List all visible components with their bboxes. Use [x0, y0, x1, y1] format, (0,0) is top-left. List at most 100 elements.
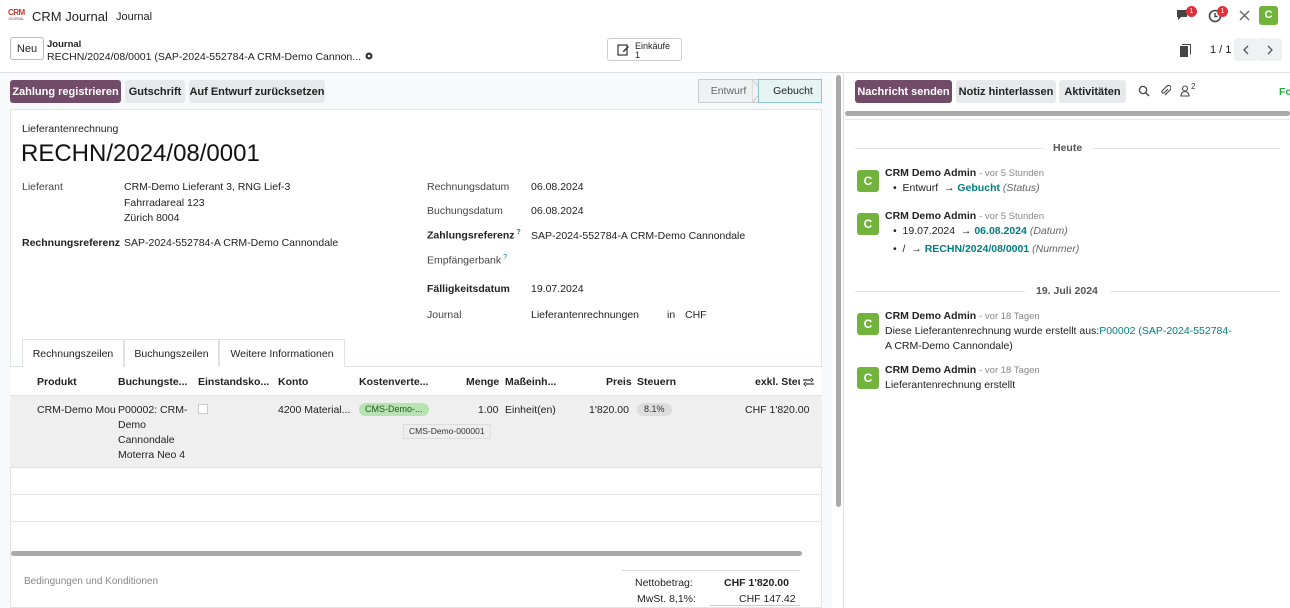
payment-reference-value[interactable]: SAP-2024-552784-A CRM-Demo Cannondale: [531, 230, 745, 242]
register-payment-button[interactable]: Zahlung registrieren: [10, 80, 121, 103]
row-quantity[interactable]: 1.00: [478, 404, 498, 416]
col-product[interactable]: Produkt: [37, 376, 77, 388]
reset-draft-button[interactable]: Auf Entwurf zurücksetzen: [189, 80, 325, 103]
invoice-date-value[interactable]: 06.08.2024: [531, 181, 584, 193]
recipient-bank-help[interactable]: ?: [503, 254, 507, 261]
vendor-name[interactable]: CRM-Demo Lieferant 3, RNG Lief-3: [124, 181, 290, 193]
row-price[interactable]: 1'820.00: [589, 404, 629, 416]
menu-journal[interactable]: Journal: [116, 11, 152, 23]
row-product[interactable]: CRM-Demo Mour: [37, 404, 115, 416]
col-landed-cost[interactable]: Einstandsko...: [198, 376, 269, 388]
pager[interactable]: 1 / 1: [1210, 44, 1231, 56]
message-3-link-1[interactable]: P00002 (SAP-2024-552784-: [1099, 325, 1232, 337]
gear-icon[interactable]: [364, 51, 374, 61]
paperclip-icon[interactable]: [1159, 84, 1172, 97]
message-4-avatar[interactable]: C: [857, 367, 879, 389]
bookmark-icon[interactable]: [1180, 44, 1191, 57]
message-3-author[interactable]: CRM Demo Admin: [885, 310, 976, 322]
today-line-right: [1092, 148, 1280, 149]
message-3-avatar[interactable]: C: [857, 313, 879, 335]
accounting-date-value[interactable]: 06.08.2024: [531, 205, 584, 217]
message-1-new: Gebucht: [957, 182, 1000, 194]
new-button[interactable]: Neu: [10, 37, 44, 60]
message-3-header: CRM Demo Admin - vor 18 Tagen: [885, 310, 1040, 322]
message-4-time: - vor 18 Tagen: [979, 365, 1040, 376]
column-settings-icon[interactable]: [803, 377, 814, 387]
row-label-2: Demo: [118, 419, 147, 431]
row-uom[interactable]: Einheit(en): [505, 404, 556, 416]
send-message-button[interactable]: Nachricht senden: [855, 80, 952, 103]
col-analytic[interactable]: Kostenverte...: [359, 376, 428, 388]
logo-bottom: JOURNAL: [8, 17, 25, 21]
bill-reference-value[interactable]: SAP-2024-552784-A CRM-Demo Cannondale: [124, 237, 338, 249]
status-draft[interactable]: Entwurf: [698, 79, 758, 103]
col-price[interactable]: Preis: [606, 376, 632, 388]
horizontal-scrollbar[interactable]: [11, 551, 802, 556]
breadcrumb-current: RECHN/2024/08/0001 (SAP-2024-552784-A CR…: [47, 51, 362, 63]
tab-journal-items[interactable]: Buchungszeilen: [124, 339, 219, 367]
status-posted[interactable]: Gebucht: [758, 79, 822, 103]
message-1-avatar[interactable]: C: [857, 170, 879, 192]
in-label: in: [667, 309, 676, 321]
user-avatar[interactable]: C: [1259, 6, 1278, 25]
smart-label: Einkäufe: [635, 41, 671, 51]
vendor-street: Fahrradareal 123: [124, 197, 205, 209]
tax-amount-label: MwSt. 8,1%:: [637, 593, 696, 605]
activities-button[interactable]: Aktivitäten: [1059, 80, 1126, 103]
terms-placeholder[interactable]: Bedingungen und Konditionen: [24, 576, 158, 587]
message-4-author[interactable]: CRM Demo Admin: [885, 364, 976, 376]
message-2-avatar[interactable]: C: [857, 213, 879, 235]
row-analytic-tag[interactable]: CMS-Demo-...: [359, 403, 429, 416]
arrow-right-icon: →: [960, 225, 972, 237]
follow-button[interactable]: Fo: [1279, 86, 1290, 98]
today-line-left: [855, 148, 1043, 149]
message-2-author[interactable]: CRM Demo Admin: [885, 210, 976, 222]
tax-amount-value: CHF 147.42: [739, 593, 796, 605]
tab-invoice-lines[interactable]: Rechnungszeilen: [22, 339, 124, 368]
smart-button-purchases[interactable]: Einkäufe 1: [607, 38, 682, 61]
credit-note-button[interactable]: Gutschrift: [125, 80, 185, 103]
breadcrumb-parent[interactable]: Journal: [47, 39, 81, 50]
due-date-value[interactable]: 19.07.2024: [531, 283, 584, 295]
log-note-button[interactable]: Notiz hinterlassen: [956, 80, 1056, 103]
message-4-text: Lieferantenrechnung erstellt: [885, 379, 1016, 391]
message-1-field: (Status): [1002, 182, 1040, 194]
vertical-scrollbar[interactable]: [836, 75, 841, 507]
chatter-scrollbar[interactable]: [845, 111, 1290, 116]
col-account[interactable]: Konto: [278, 376, 308, 388]
currency-value[interactable]: CHF: [685, 309, 707, 321]
col-taxes[interactable]: Steuern: [637, 376, 676, 388]
search-icon[interactable]: [1138, 85, 1150, 97]
arrow-right-icon: →: [911, 243, 922, 255]
message-1-author[interactable]: CRM Demo Admin: [885, 167, 976, 179]
message-4-header: CRM Demo Admin - vor 18 Tagen: [885, 364, 1040, 376]
arrow-right-icon: →: [943, 182, 955, 194]
payment-reference-label: Zahlungsreferenz?: [427, 229, 521, 242]
app-logo[interactable]: CRM JOURNAL: [8, 8, 26, 24]
tab-other-info[interactable]: Weitere Informationen: [219, 339, 345, 367]
col-uom[interactable]: Maßeinh...: [505, 376, 556, 388]
payment-reference-help[interactable]: ?: [517, 229, 521, 236]
due-date-label: Fälligkeitsdatum: [427, 283, 510, 295]
col-label[interactable]: Buchungste...: [118, 376, 187, 388]
logo-top: CRM: [8, 8, 25, 17]
tools-icon[interactable]: [1238, 9, 1251, 22]
row-account[interactable]: 4200 Material...: [278, 404, 350, 416]
message-2-field2: (Nummer): [1032, 243, 1080, 255]
row-tax-tag[interactable]: 8.1%: [637, 403, 672, 416]
followers-count: 2: [1191, 82, 1196, 91]
row-subtotal: CHF 1'820.00: [745, 404, 810, 416]
message-3-link-2[interactable]: A CRM-Demo Cannondale): [885, 340, 1013, 352]
pager-next-button[interactable]: [1258, 38, 1282, 61]
net-amount-label: Nettobetrag:: [635, 577, 693, 589]
followers-icon[interactable]: [1180, 85, 1190, 97]
col-subtotal[interactable]: exkl. Steu: [755, 376, 800, 388]
row-landed-cost-checkbox[interactable]: [198, 404, 208, 414]
message-3-body: Diese Lieferantenrechnung wurde erstellt…: [885, 325, 1232, 337]
activity-badge: 1: [1217, 6, 1228, 17]
col-quantity[interactable]: Menge: [466, 376, 499, 388]
journal-value[interactable]: Lieferantenrechnungen: [531, 309, 639, 321]
message-1-change: • Entwurf → Gebucht (Status): [893, 182, 1040, 194]
pager-prev-button[interactable]: [1234, 38, 1258, 61]
app-name[interactable]: CRM Journal: [32, 9, 108, 24]
